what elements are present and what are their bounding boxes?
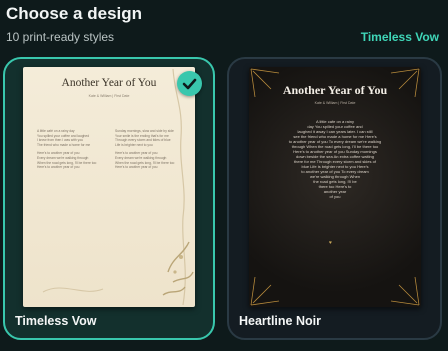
lyric-line: Here's to another year of you	[37, 165, 80, 170]
design-card-timeless-vow[interactable]: Another Year of You Kate & William | Fir…	[3, 57, 215, 340]
check-icon	[177, 71, 202, 96]
design-card-heartline-noir[interactable]: Another Year of You Kate & William | Fir…	[227, 57, 442, 340]
lyric-line: of you	[329, 194, 341, 199]
lyric-line: Sunday mornings, slow and side by side	[115, 129, 174, 133]
floral-border-decoration	[42, 68, 194, 306]
design-preview-heartline-noir: Another Year of You Kate & William | Fir…	[249, 67, 421, 307]
lyric-line: Here's to another year of you	[115, 165, 158, 170]
design-name-label: Timeless Vow	[15, 314, 97, 328]
poster-subtitle: Kate & William | First Date	[314, 101, 356, 105]
lyrics-left-column: A little café on a rainy day You spilled…	[37, 129, 101, 170]
poster-title: Another Year of You	[61, 77, 157, 89]
poster-subtitle: Kate & William | First Date	[88, 94, 130, 98]
design-preview-timeless-vow: Another Year of You Kate & William | Fir…	[23, 67, 195, 307]
page-title: Choose a design	[6, 4, 143, 23]
small-heart-icon: ♥	[329, 240, 332, 246]
page-subtitle: 10 print-ready styles	[6, 30, 115, 44]
selected-design-name: Timeless Vow	[360, 30, 439, 44]
poster-title: Another Year of You	[282, 83, 388, 97]
lyrics-right-column: Sunday mornings, slow and side by side Y…	[115, 129, 179, 170]
heart-shaped-lyrics: A little cafe on a rainy day You spilled…	[277, 119, 393, 235]
design-name-label: Heartline Noir	[239, 314, 321, 328]
